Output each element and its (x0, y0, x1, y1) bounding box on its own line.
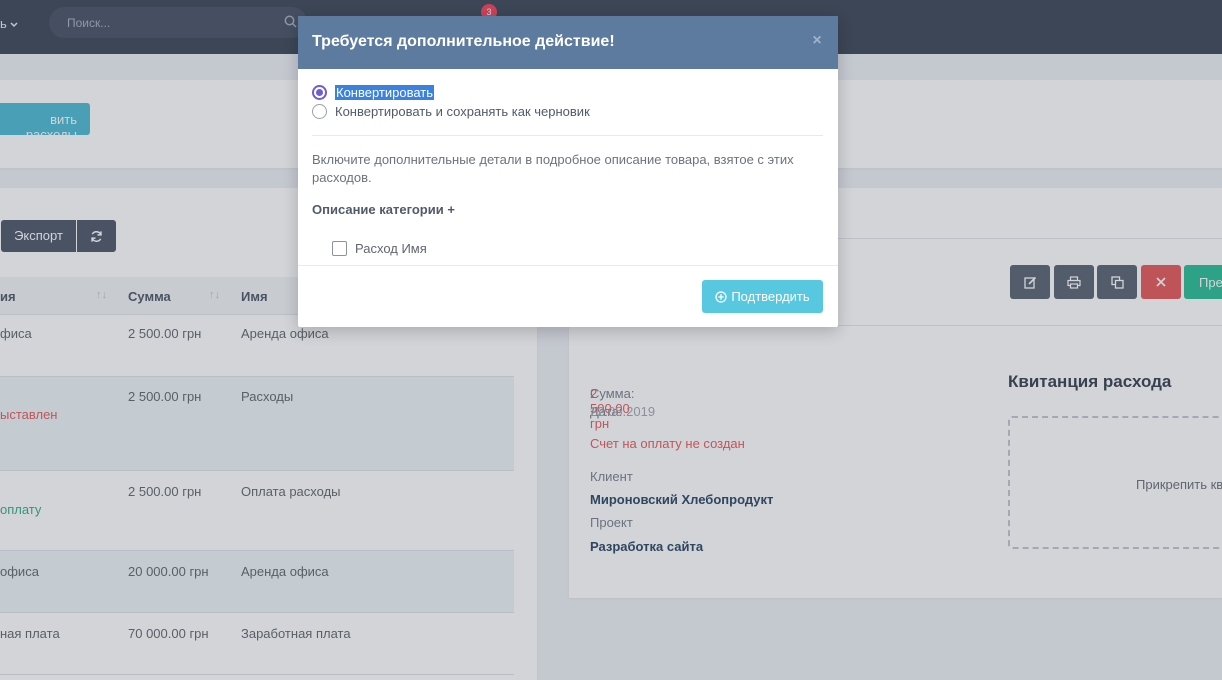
radio-convert[interactable]: Конвертировать (312, 83, 435, 101)
checkbox-expense-name[interactable]: Расход Имя (332, 241, 427, 256)
checkbox-label[interactable]: Расход Имя (355, 241, 427, 256)
radio-convert-draft-label[interactable]: Конвертировать и сохранять как черновик (335, 104, 590, 119)
divider (298, 265, 838, 266)
plus-circle-icon (715, 290, 727, 303)
radio-button-checked[interactable] (312, 84, 327, 100)
close-button[interactable]: × (808, 32, 826, 50)
radio-convert-label[interactable]: Конвертировать (335, 84, 435, 100)
confirm-label: Подтвердить (731, 289, 810, 304)
modal-description: Включите дополнительные детали в подробн… (312, 152, 794, 185)
close-icon: × (812, 32, 822, 49)
modal-header: Требуется дополнительное действие! × (298, 16, 838, 69)
radio-button[interactable] (312, 103, 327, 119)
radio-convert-draft[interactable]: Конвертировать и сохранять как черновик (312, 102, 590, 120)
checkbox[interactable] (332, 241, 347, 256)
modal-title: Требуется дополнительное действие! (312, 33, 615, 50)
category-description-toggle[interactable]: Описание категории + (312, 202, 455, 217)
additional-action-modal: Требуется дополнительное действие! × Кон… (298, 16, 838, 327)
divider (312, 135, 823, 136)
confirm-button[interactable]: Подтвердить (702, 280, 823, 313)
